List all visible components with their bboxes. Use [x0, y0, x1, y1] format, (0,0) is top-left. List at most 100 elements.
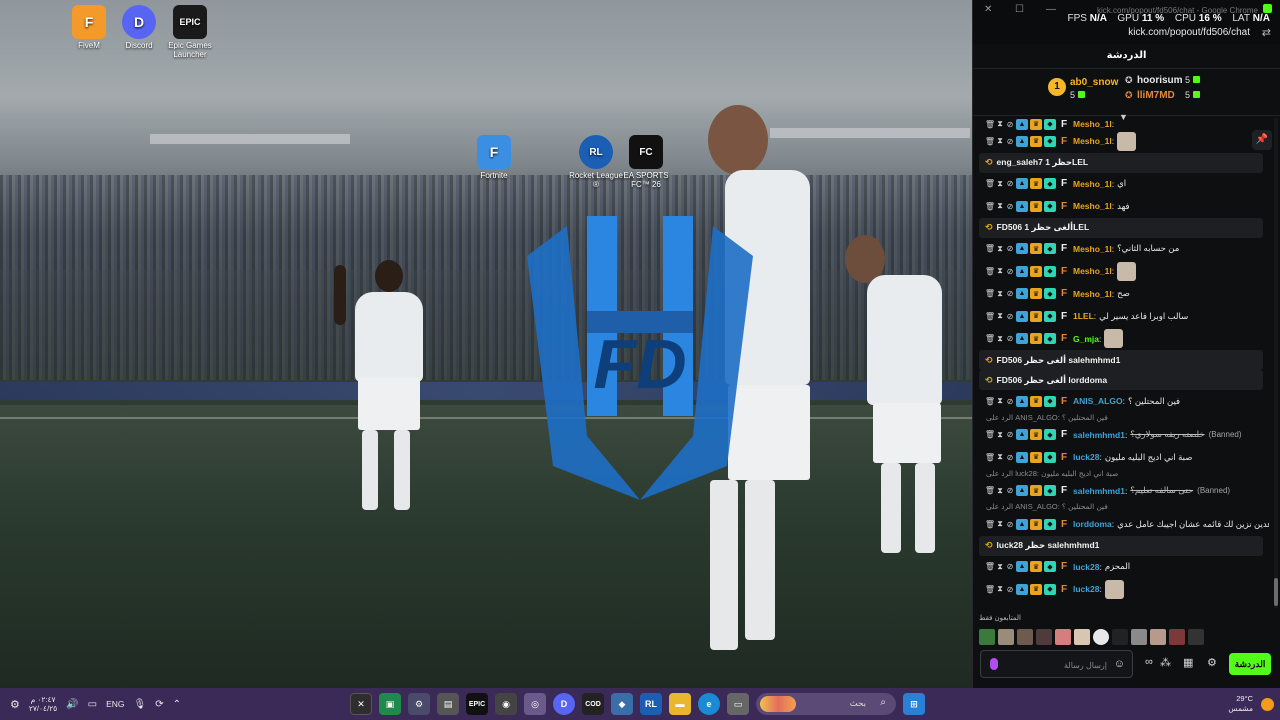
delete-icon[interactable]: 🗑 [985, 334, 995, 343]
delete-icon[interactable]: 🗑 [985, 486, 995, 495]
chat-username[interactable]: luck28 [1073, 452, 1099, 462]
maximize-icon[interactable]: ☐ [1015, 4, 1024, 15]
chat-username[interactable]: Mesho_1l [1073, 289, 1112, 299]
ban-icon[interactable]: ⊘ [1006, 202, 1014, 211]
chat-username[interactable]: salehmhmd1 [1073, 430, 1125, 440]
timeout-icon[interactable]: ⧗ [996, 519, 1004, 529]
chat-username[interactable]: Mesho_1l [1073, 201, 1112, 211]
reply-context[interactable]: الرد على luck28: صبة اني اديج البليه ملي… [973, 469, 1269, 480]
taskbar-app-cod[interactable]: COD [582, 693, 604, 715]
delete-icon[interactable]: 🗑 [985, 120, 995, 129]
leader-first-name[interactable]: ab0_snow [1070, 77, 1118, 88]
chat-message[interactable]: 🗑 ⧗ ⊘ ▲ ♛ ◆ Fsalehmhmd1: حتى سالفه تعليم؟ (Banne… [973, 480, 1269, 503]
timeout-icon[interactable]: ⧗ [996, 562, 1004, 571]
ban-icon[interactable]: ⊘ [1006, 430, 1014, 439]
timeout-icon[interactable]: ⧗ [996, 311, 1004, 321]
chat-username[interactable]: Mesho_1l [1073, 244, 1112, 254]
chat-username[interactable]: salehmhmd1 [1073, 486, 1125, 496]
avatar[interactable] [1093, 629, 1109, 645]
ban-icon[interactable]: ⊘ [1006, 120, 1014, 129]
taskbar-app-chrome[interactable]: ◎ [524, 693, 546, 715]
taskbar-app-epic[interactable]: EPIC [466, 693, 488, 715]
ban-icon[interactable]: ⊘ [1006, 312, 1014, 321]
clock[interactable]: ٠٢:٤٧ م ٢٧/٠٤/٢٥ [29, 695, 57, 713]
delete-icon[interactable]: 🗑 [985, 585, 995, 594]
emoji-icon[interactable]: ☺ [1114, 658, 1125, 670]
chevron-up-icon[interactable]: ⌃ [173, 699, 181, 710]
minimize-icon[interactable]: — [1046, 4, 1056, 15]
timeout-icon[interactable]: ⧗ [996, 452, 1004, 462]
ban-icon[interactable]: ⊘ [1006, 179, 1014, 188]
taskbar-app-rocket-league[interactable]: RL [640, 693, 662, 715]
desktop-icon-epic-games[interactable]: EPIC Epic Games Launcher [160, 5, 220, 59]
chat-message[interactable]: 🗑 ⧗ ⊘ ▲ ♛ ◆ F Mesho_1l: صح [973, 283, 1269, 306]
windows-start-icon[interactable]: ⊞ [903, 693, 925, 715]
chat-message[interactable]: 🗑 ⧗ ⊘ ▲ ♛ ◆ F Mesho_1l: من حسابه الثاني؟ [973, 238, 1269, 261]
avatar[interactable] [1188, 629, 1204, 645]
ban-icon[interactable]: ⊘ [1006, 289, 1014, 298]
ban-icon[interactable]: ⊘ [1006, 137, 1014, 146]
chat-message[interactable]: 🗑 ⧗ ⊘ ▲ ♛ ◆ Fluck28: المحزم [973, 556, 1269, 579]
taskbar-app-steam[interactable]: ◉ [495, 693, 517, 715]
delete-icon[interactable]: 🗑 [985, 179, 995, 188]
timeout-icon[interactable]: ⧗ [996, 244, 1004, 253]
ban-icon[interactable]: ⊘ [1006, 585, 1014, 594]
leader-second-name[interactable]: hoorisum [1137, 75, 1183, 86]
taskbar-app-explorer[interactable]: ▬ [669, 693, 691, 715]
timeout-icon[interactable]: ⧗ [996, 334, 1004, 343]
delete-icon[interactable]: 🗑 [985, 520, 995, 529]
delete-icon[interactable]: 🗑 [985, 289, 995, 298]
network-icon[interactable]: ▭ [88, 699, 97, 710]
chat-username[interactable]: Mesho_1l [1073, 119, 1112, 129]
ban-icon[interactable]: ⊘ [1006, 486, 1014, 495]
chat-username[interactable]: ANIS_ALGO [1073, 396, 1123, 406]
chat-message[interactable]: 🗑 ⧗ ⊘ ▲ ♛ ◆ Florddoma: فاعدين نزين لك قائمه عشا… [973, 513, 1269, 536]
timeout-icon[interactable]: ⧗ [996, 430, 1004, 439]
volume-icon[interactable]: 🔊 [66, 699, 78, 710]
ban-icon[interactable]: ⊘ [1006, 520, 1014, 529]
reply-context[interactable]: الرد على ANIS_ALGO: فين المحتلين ؟ [973, 502, 1269, 513]
chat-message[interactable]: 🗑 ⧗ ⊘ ▲ ♛ ◆ Fluck28: صبة اني اديج البليه مليون [973, 446, 1269, 469]
chat-message[interactable]: 🗑 ⧗ ⊘ ▲ ♛ ◆ Fsalehmhmd1: خلصته ريفه سولاري؟ (Ban… [973, 424, 1269, 447]
timeout-icon[interactable]: ⧗ [996, 266, 1004, 276]
timeout-icon[interactable]: ⧗ [996, 201, 1004, 211]
delete-icon[interactable]: 🗑 [985, 397, 995, 406]
leader-third-name[interactable]: lliM7MD [1137, 90, 1175, 101]
chat-username[interactable]: Mesho_1l [1073, 266, 1112, 276]
scrollbar-thumb[interactable] [1274, 578, 1278, 606]
avatar[interactable] [1074, 629, 1090, 645]
chat-message-input[interactable] [1007, 657, 1107, 673]
ban-icon[interactable]: ⊘ [1006, 334, 1014, 343]
pin-icon[interactable]: 📌 [1252, 130, 1272, 150]
taskbar-search[interactable]: بحث ⌕ [756, 693, 896, 715]
taskbar-app-discord[interactable]: D [553, 693, 575, 715]
delete-icon[interactable]: 🗑 [985, 202, 995, 211]
chat-message[interactable]: 🗑 ⧗ ⊘ ▲ ♛ ◆ F ANIS_ALGO: فين المحتلين ؟ [973, 390, 1269, 413]
taskbar-app-settings[interactable]: ⚙ [408, 693, 430, 715]
taskbar-app-store[interactable]: ▤ [437, 693, 459, 715]
delete-icon[interactable]: 🗑 [985, 137, 995, 146]
chat-message[interactable]: 🗑 ⧗ ⊘ ▲ ♛ ◆ F Mesho_1l: فهد [973, 195, 1269, 218]
chat-message[interactable]: 🗑 ⧗ ⊘ ▲ ♛ ◆ F Mesho_1l: [973, 118, 1269, 130]
weather-widget[interactable]: 29°C مشمس [1228, 688, 1274, 720]
reply-context[interactable]: الرد على ANIS_ALGO: فين المحتلين ؟ [973, 413, 1269, 424]
taskbar-app-terminal[interactable]: ✕ [350, 693, 372, 715]
ban-icon[interactable]: ⊘ [1006, 562, 1014, 571]
chat-send-button[interactable]: الدردشة [1229, 653, 1271, 675]
chat-message[interactable]: 🗑 ⧗ ⊘ ▲ ♛ ◆ Fluck28: [973, 578, 1269, 601]
avatar[interactable] [1055, 629, 1071, 645]
share-icon[interactable]: ⁂ [1160, 656, 1171, 669]
desktop-icon-fortnite[interactable]: F Fortnite [464, 135, 524, 180]
delete-icon[interactable]: 🗑 [985, 267, 995, 276]
timeout-icon[interactable]: ⧗ [996, 486, 1004, 495]
avatar[interactable] [979, 629, 995, 645]
gift-icon[interactable]: ▦ [1183, 656, 1193, 669]
chat-message[interactable]: 🗑 ⧗ ⊘ ▲ ♛ ◆ F Mesho_1l: [973, 130, 1269, 153]
gear-icon[interactable]: ⚙ [1207, 656, 1217, 669]
page-settings-icon[interactable]: ⇄ [1262, 26, 1271, 39]
delete-icon[interactable]: 🗑 [985, 562, 995, 571]
avatar[interactable] [998, 629, 1014, 645]
avatar[interactable] [1112, 629, 1128, 645]
taskbar-app-xbox[interactable]: ▣ [379, 693, 401, 715]
timeout-icon[interactable]: ⧗ [996, 584, 1004, 594]
